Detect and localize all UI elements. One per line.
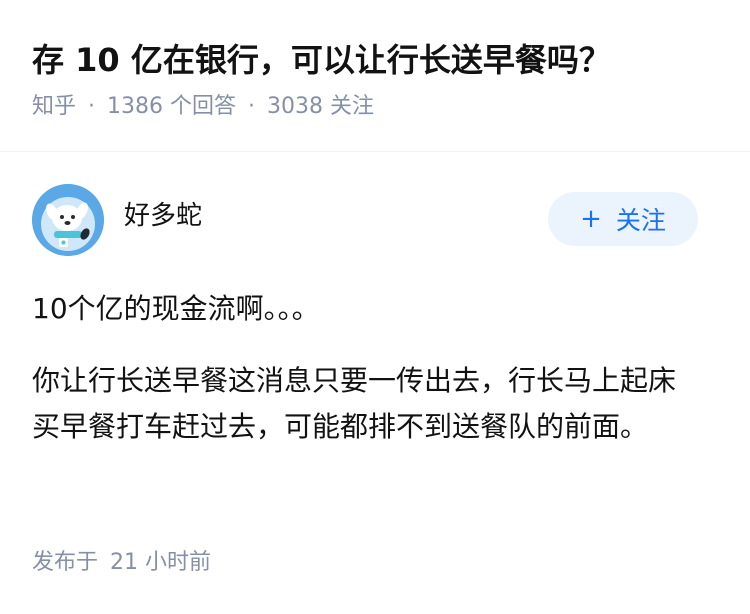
section-divider (0, 151, 750, 152)
follower-count-label[interactable]: 关注 (330, 94, 374, 119)
answer-count[interactable]: 1386 (107, 94, 163, 119)
question-meta: 知乎 · 1386 个回答 · 3038 关注 (32, 92, 730, 122)
avatar-illustration (32, 184, 104, 256)
follower-count[interactable]: 3038 (267, 94, 323, 119)
answer-paragraph: 你让行长送早餐这消息只要一传出去，行长马上起床买早餐打车赶过去，可能都排不到送餐… (32, 364, 677, 443)
answer-count-label[interactable]: 个回答 (170, 94, 236, 119)
follow-button[interactable]: + 关注 (548, 192, 698, 246)
published-label: 发布于 (32, 550, 99, 575)
author-name[interactable]: 好多蛇 (124, 198, 202, 234)
question-title[interactable]: 存 10 亿在银行，可以让行长送早餐吗？ (32, 36, 730, 84)
meta-separator: · (248, 94, 256, 119)
answer-content: 10个亿的现金流啊。。。 你让行长送早餐这消息只要一传出去，行长马上起床买早餐打… (32, 286, 702, 476)
answer-footer: 发布于 21 小时前 (32, 548, 211, 578)
meta-separator: · (88, 94, 96, 119)
cartoon-dog-avatar-icon[interactable] (32, 184, 104, 256)
published-time: 21 小时前 (110, 550, 212, 575)
author-row: 好多蛇 + 关注 (32, 184, 698, 256)
plus-icon: + (580, 204, 602, 234)
answer-paragraph: 10个亿的现金流啊。。。 (32, 292, 320, 325)
source-label[interactable]: 知乎 (32, 94, 76, 119)
question-header: 存 10 亿在银行，可以让行长送早餐吗？ 知乎 · 1386 个回答 · 3038 关注 (32, 36, 730, 122)
follow-button-label: 关注 (615, 206, 666, 235)
